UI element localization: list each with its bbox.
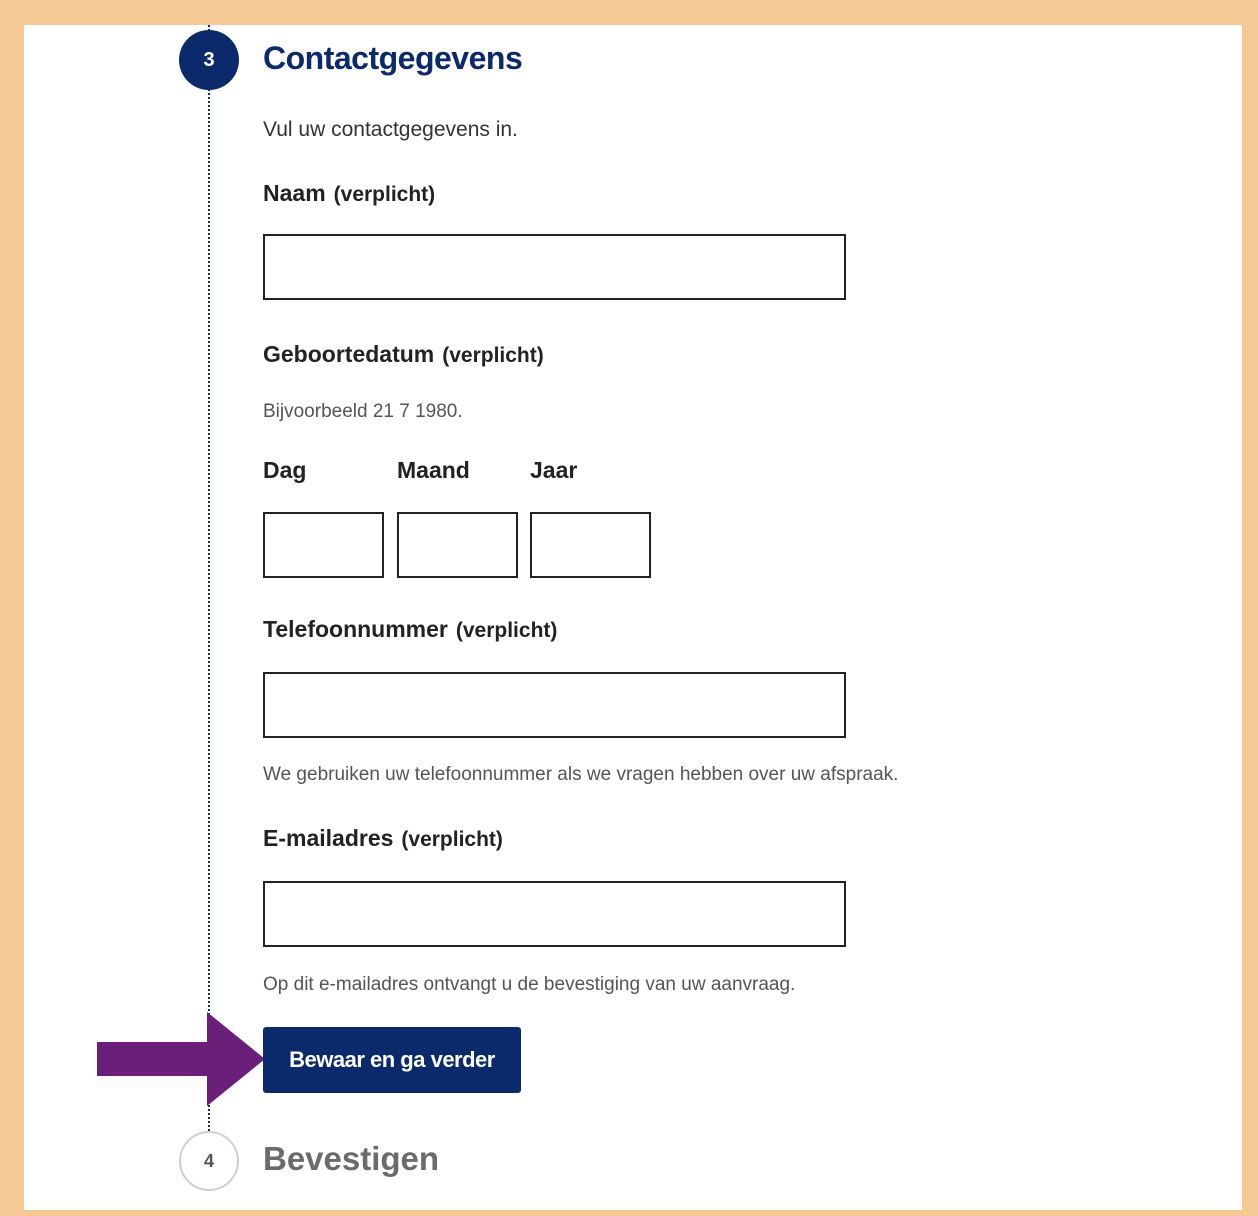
arrow-right-icon — [97, 1012, 265, 1106]
maand-input[interactable] — [397, 512, 518, 578]
jaar-input[interactable] — [530, 512, 651, 578]
naam-label: Naam (verplicht) — [263, 180, 435, 207]
required-marker: (verplicht) — [455, 619, 558, 642]
maand-label: Maand — [397, 457, 470, 483]
dag-input[interactable] — [263, 512, 384, 578]
dag-label: Dag — [263, 457, 307, 483]
required-marker: (verplicht) — [401, 828, 503, 851]
step-number-badge-current: 3 — [179, 30, 239, 90]
naam-input[interactable] — [263, 234, 846, 300]
email-label: E-mailadres (verplicht) — [263, 825, 503, 852]
step-timeline-line — [208, 25, 210, 1135]
email-hint: Op dit e-mailadres ontvangt u de bevesti… — [263, 974, 796, 995]
telefoon-hint: We gebruiken uw telefoonnummer als we vr… — [263, 764, 899, 785]
naam-label-text: Naam — [263, 180, 326, 206]
save-and-continue-button[interactable]: Bewaar en ga verder — [263, 1027, 521, 1093]
telefoon-input[interactable] — [263, 672, 846, 738]
geboortedatum-label: Geboortedatum (verplicht) — [263, 341, 544, 368]
required-marker: (verplicht) — [442, 344, 544, 367]
telefoon-label: Telefoonnummer (verplicht) — [263, 616, 557, 643]
step-number-badge-next: 4 — [179, 1131, 239, 1191]
email-input[interactable] — [263, 881, 846, 947]
step-title-next: Bevestigen — [263, 1140, 440, 1177]
required-marker: (verplicht) — [333, 183, 436, 206]
email-label-text: E-mailadres — [263, 825, 394, 851]
geboortedatum-label-text: Geboortedatum — [263, 341, 435, 367]
jaar-label: Jaar — [530, 457, 578, 483]
step-title-current: Contactgegevens — [263, 40, 523, 76]
geboortedatum-hint: Bijvoorbeeld 21 7 1980. — [263, 401, 463, 422]
step-intro-text: Vul uw contactgegevens in. — [263, 118, 518, 141]
telefoon-label-text: Telefoonnummer — [263, 616, 448, 642]
